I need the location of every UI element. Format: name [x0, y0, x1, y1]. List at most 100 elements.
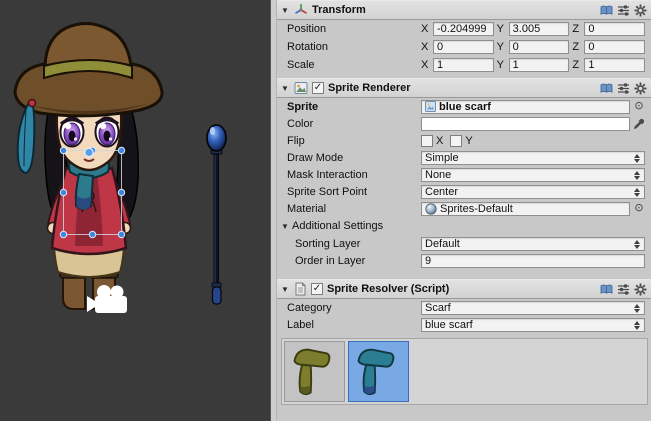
draw-mode-label: Draw Mode [287, 152, 421, 164]
axis-y-label: Y [497, 59, 506, 71]
sprite-asset-icon [425, 101, 436, 112]
axis-y-label: Y [497, 23, 506, 35]
component-enabled-checkbox[interactable]: ✓ [311, 283, 323, 295]
foldout-icon[interactable]: ▼ [280, 84, 290, 93]
category-row: Category Scarf [277, 299, 651, 316]
gear-icon[interactable] [634, 82, 647, 95]
category-dropdown[interactable]: Scarf [421, 301, 645, 315]
sprite-label: Sprite [287, 101, 421, 113]
scene-view[interactable] [0, 0, 270, 421]
dropdown-arrow-icon [633, 187, 642, 198]
color-swatch[interactable] [421, 117, 630, 131]
character-sprite[interactable] [15, 23, 162, 309]
gear-icon[interactable] [634, 4, 647, 17]
rotation-y-field[interactable]: 0 [509, 40, 570, 54]
eyedropper-icon[interactable] [633, 118, 645, 130]
flip-y-checkbox[interactable] [450, 135, 462, 147]
staff-sprite[interactable] [207, 125, 226, 304]
scale-label: Scale [287, 59, 421, 71]
scale-row: Scale X 1 Y 1 Z 1 [277, 56, 651, 74]
category-label: Category [287, 302, 421, 314]
axis-y-label: Y [497, 41, 506, 53]
sprite-sort-point-label: Sprite Sort Point [287, 186, 421, 198]
axis-z-label: Z [572, 59, 581, 71]
axis-x-label: X [421, 41, 430, 53]
label-label: Label [287, 319, 421, 331]
object-picker-icon[interactable]: ⊙ [633, 203, 645, 214]
object-picker-icon[interactable]: ⊙ [633, 101, 645, 112]
sprite-renderer-header[interactable]: ▼ ✓ Sprite Renderer [277, 78, 651, 98]
sprite-renderer-component: ▼ ✓ Sprite Renderer [277, 78, 651, 269]
order-in-layer-label: Order in Layer [295, 255, 421, 267]
sprite-renderer-icon [294, 81, 308, 95]
component-title: Sprite Renderer [328, 82, 411, 94]
position-label: Position [287, 23, 421, 35]
material-sphere-icon [425, 203, 437, 215]
transform-header[interactable]: ▼ Transform [277, 0, 651, 20]
help-icon[interactable] [600, 284, 613, 295]
component-title: Transform [312, 4, 366, 16]
preset-icon[interactable] [617, 82, 630, 95]
sprite-resolver-component: ▼ ✓ Sprite Resolver (Script) [277, 279, 651, 405]
dropdown-arrow-icon [633, 239, 642, 250]
sprite-variant-strip [281, 338, 648, 405]
transform-component: ▼ Transform [277, 0, 651, 74]
mask-interaction-dropdown[interactable]: None [421, 168, 645, 182]
draw-mode-row: Draw Mode Simple [277, 149, 651, 166]
foldout-icon[interactable]: ▼ [280, 6, 290, 15]
foldout-icon[interactable]: ▼ [280, 285, 290, 294]
sprite-resolver-header[interactable]: ▼ ✓ Sprite Resolver (Script) [277, 279, 651, 299]
flip-y-label: Y [465, 135, 472, 147]
additional-settings-foldout[interactable]: ▼ Additional Settings [277, 217, 651, 235]
position-y-field[interactable]: 3.005 [509, 22, 570, 36]
transform-icon [294, 3, 308, 17]
axis-x-label: X [421, 23, 430, 35]
sprite-row: Sprite blue scarf ⊙ [277, 98, 651, 115]
preset-icon[interactable] [617, 283, 630, 296]
help-icon[interactable] [600, 5, 613, 16]
sprite-object-field[interactable]: blue scarf [421, 100, 630, 114]
scale-z-field[interactable]: 1 [584, 58, 645, 72]
position-x-field[interactable]: -0.204999 [433, 22, 494, 36]
green-scarf-thumbnail[interactable] [284, 341, 345, 402]
blue-scarf-thumbnail[interactable] [348, 341, 409, 402]
inspector-panel: ▼ Transform [277, 0, 651, 421]
color-label: Color [287, 118, 421, 130]
sorting-layer-label: Sorting Layer [295, 238, 421, 250]
axis-z-label: Z [572, 23, 581, 35]
help-icon[interactable] [600, 83, 613, 94]
unity-editor: ▼ Transform [0, 0, 651, 421]
order-in-layer-row: Order in Layer 9 [277, 252, 651, 269]
position-z-field[interactable]: 0 [584, 22, 645, 36]
foldout-icon[interactable]: ▼ [280, 222, 290, 231]
rotation-label: Rotation [287, 41, 421, 53]
material-object-field[interactable]: Sprites-Default [421, 202, 630, 216]
dropdown-arrow-icon [633, 153, 642, 164]
component-title: Sprite Resolver (Script) [327, 283, 449, 295]
dropdown-arrow-icon [633, 320, 642, 331]
flip-row: Flip X Y [277, 132, 651, 149]
rotation-z-field[interactable]: 0 [584, 40, 645, 54]
gear-icon[interactable] [634, 283, 647, 296]
axis-x-label: X [421, 59, 430, 71]
component-enabled-checkbox[interactable]: ✓ [312, 82, 324, 94]
dropdown-arrow-icon [633, 170, 642, 181]
axis-z-label: Z [572, 41, 581, 53]
flip-x-checkbox[interactable] [421, 135, 433, 147]
label-dropdown[interactable]: blue scarf [421, 318, 645, 332]
scale-y-field[interactable]: 1 [509, 58, 570, 72]
rotation-x-field[interactable]: 0 [433, 40, 494, 54]
sorting-layer-row: Sorting Layer Default [277, 235, 651, 252]
flip-x-label: X [436, 135, 443, 147]
scale-x-field[interactable]: 1 [433, 58, 494, 72]
order-in-layer-field[interactable]: 9 [421, 254, 645, 268]
pivot-handle [85, 148, 93, 156]
sprite-sort-point-dropdown[interactable]: Center [421, 185, 645, 199]
sorting-layer-dropdown[interactable]: Default [421, 237, 645, 251]
preset-icon[interactable] [617, 4, 630, 17]
panel-splitter[interactable] [270, 0, 277, 421]
additional-settings-title: Additional Settings [292, 220, 383, 232]
draw-mode-dropdown[interactable]: Simple [421, 151, 645, 165]
label-row: Label blue scarf [277, 316, 651, 333]
material-label: Material [287, 203, 421, 215]
